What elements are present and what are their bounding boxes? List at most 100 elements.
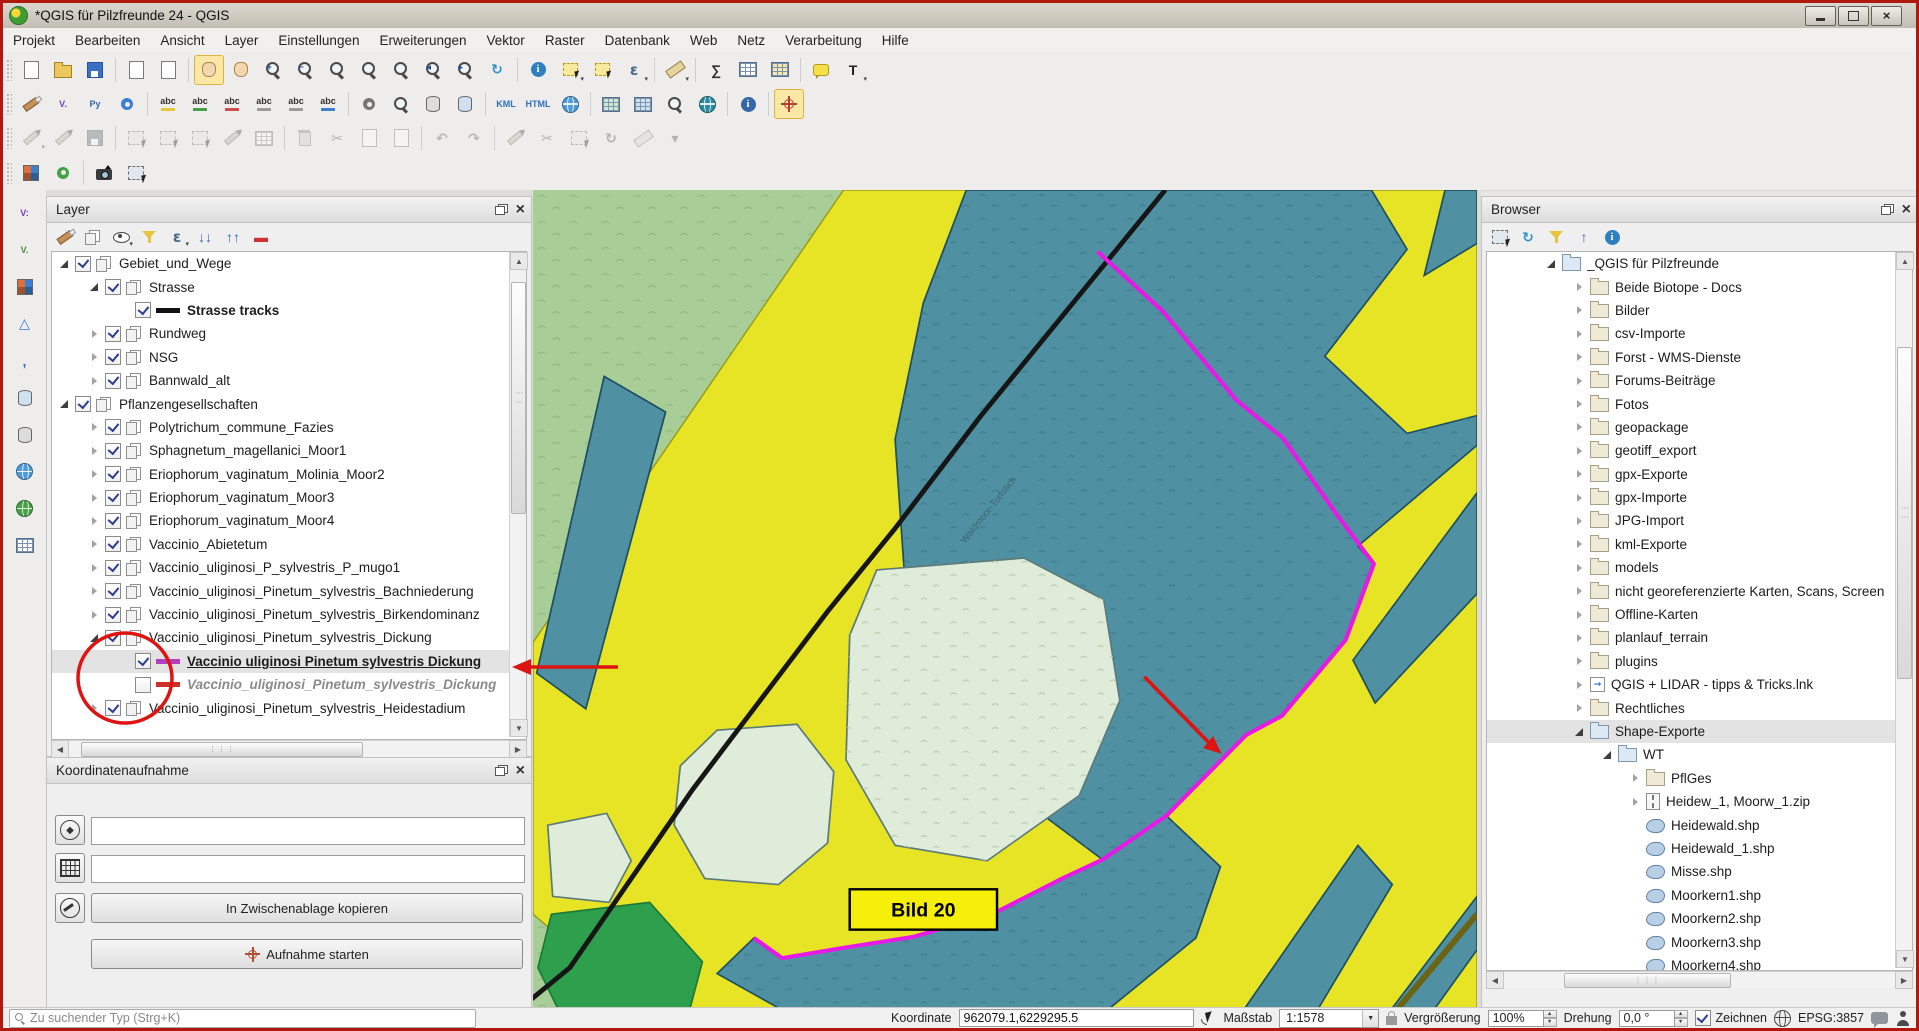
layers-tree-hscrollbar[interactable]: ◀ ⋮⋮⋮ ▶ [51, 740, 527, 757]
browser-tree-row[interactable]: nicht georeferenzierte Karten, Scans, Sc… [1487, 579, 1912, 602]
tree-expander-icon[interactable] [1573, 468, 1587, 480]
menu-hilfe[interactable]: Hilfe [872, 28, 919, 52]
layer-visibility-checkbox[interactable] [105, 326, 121, 342]
layer-tree-row[interactable]: Sphagnetum_magellanici_Moor1 [52, 439, 526, 462]
db-manager-icon[interactable] [418, 89, 448, 119]
menu-projekt[interactable]: Projekt [3, 28, 65, 52]
new-print-layout-icon[interactable] [121, 55, 151, 85]
text-annotation-icon[interactable]: T▾ [838, 55, 868, 85]
layer-tree-row[interactable]: Eriophorum_vaginatum_Molinia_Moor2 [52, 463, 526, 486]
menu-netz[interactable]: Netz [727, 28, 775, 52]
tree-expander-icon[interactable] [88, 702, 102, 714]
minimize-button[interactable] [1805, 6, 1836, 26]
rotate-label-icon[interactable]: abc [281, 89, 311, 119]
tree-expander-icon[interactable] [1573, 702, 1587, 714]
import-photos-icon[interactable] [89, 158, 119, 188]
undo-icon[interactable]: ↶ [427, 123, 457, 153]
locator-search-box[interactable]: Zu suchender Typ (Strg+K) [9, 1009, 476, 1028]
tree-expander-icon[interactable] [1573, 328, 1587, 340]
zoom-last-icon[interactable]: ◂ [418, 55, 448, 85]
save-project-icon[interactable] [80, 55, 110, 85]
tree-expander-icon[interactable] [1573, 281, 1587, 293]
browser-tree-row[interactable]: Rechtliches [1487, 696, 1912, 719]
vertex-tool-icon[interactable] [217, 123, 247, 153]
zoom-to-selection-icon[interactable] [354, 55, 384, 85]
add-virtual-layer-icon[interactable] [10, 531, 40, 561]
tree-expander-icon[interactable] [1573, 538, 1587, 550]
more-digitizing-icon[interactable]: ▾ [660, 123, 690, 153]
save-layer-edits-icon[interactable] [80, 123, 110, 153]
refresh-map-icon[interactable]: ↻ [482, 55, 512, 85]
float-panel-icon[interactable] [495, 204, 508, 215]
browser-tree-row[interactable]: csv-Importe [1487, 322, 1912, 345]
html-export-icon[interactable]: HTML [523, 89, 553, 119]
browser-tree-row[interactable]: gpx-Exporte [1487, 463, 1912, 486]
browser-tree-row[interactable]: Shape-Exporte [1487, 720, 1912, 743]
browser-tree-row[interactable]: Moorkern2.shp [1487, 907, 1912, 930]
browser-tree-row[interactable]: geopackage [1487, 416, 1912, 439]
layer-tree-row[interactable]: Polytrichum_commune_Fazies [52, 416, 526, 439]
pan-to-selection-icon[interactable] [226, 55, 256, 85]
add-wfs-layer-icon[interactable] [10, 494, 40, 524]
remove-layer-icon[interactable]: ▬ [248, 224, 274, 250]
add-polygon-feature-icon[interactable] [185, 123, 215, 153]
toggle-editing-icon[interactable] [48, 123, 78, 153]
processing-toolbox-icon[interactable] [354, 89, 384, 119]
zoom-in-icon[interactable]: + [258, 55, 288, 85]
layer-tree-row[interactable]: Vaccinio_uliginosi_P_sylvestris_P_mugo1 [52, 556, 526, 579]
browser-tree-row[interactable]: Forst - WMS-Dienste [1487, 346, 1912, 369]
open-attribute-table-icon[interactable] [733, 55, 763, 85]
coordinate-field-crs[interactable] [91, 817, 525, 845]
layer-visibility-checkbox[interactable] [105, 466, 121, 482]
tree-expander-icon[interactable] [88, 538, 102, 550]
collapse-all-icon[interactable]: ↑↑ [220, 224, 246, 250]
tree-expander-icon[interactable] [1573, 655, 1587, 667]
delete-selected-icon[interactable] [290, 123, 320, 153]
layer-visibility-checkbox[interactable] [105, 583, 121, 599]
maximize-button[interactable] [1838, 6, 1869, 26]
tree-expander-icon[interactable] [1573, 421, 1587, 433]
tree-expander-icon[interactable] [1573, 492, 1587, 504]
add-spatialite-layer-icon[interactable] [10, 420, 40, 450]
modify-attributes-icon[interactable] [249, 123, 279, 153]
coordinate-field-map[interactable] [91, 855, 525, 883]
osm-place-search-icon[interactable] [692, 89, 722, 119]
kml-tools-icon[interactable]: KML [491, 89, 521, 119]
start-capture-button[interactable]: Aufnahme starten [91, 939, 523, 969]
tree-expander-icon[interactable] [1573, 398, 1587, 410]
close-panel-icon[interactable]: × [1902, 203, 1911, 217]
style-manager-icon[interactable] [16, 89, 46, 119]
browser-tree-row[interactable]: Bilder [1487, 299, 1912, 322]
tree-expander-icon[interactable] [1573, 726, 1587, 738]
change-label-icon[interactable]: abc [313, 89, 343, 119]
data-grid-icon[interactable] [628, 89, 658, 119]
browser-tree-row[interactable]: JPG-Import [1487, 509, 1912, 532]
tree-expander-icon[interactable] [88, 375, 102, 387]
browser-tree-row[interactable]: Moorkern4.shp [1487, 954, 1912, 971]
metasearch-icon[interactable] [386, 89, 416, 119]
tasks-icon[interactable] [1895, 1011, 1910, 1026]
menu-raster[interactable]: Raster [535, 28, 595, 52]
browser-tree-row[interactable]: Heidewald.shp [1487, 813, 1912, 836]
menu-web[interactable]: Web [680, 28, 728, 52]
pin-labels-icon[interactable]: abc [153, 89, 183, 119]
layer-tree-row[interactable]: Eriophorum_vaginatum_Moor3 [52, 486, 526, 509]
browser-tree-row[interactable]: gpx-Importe [1487, 486, 1912, 509]
browser-tree-row[interactable]: Moorkern1.shp [1487, 884, 1912, 907]
tree-expander-icon[interactable] [88, 492, 102, 504]
plugin-manager-icon[interactable] [112, 89, 142, 119]
show-layout-manager-icon[interactable] [153, 55, 183, 85]
deselect-features-icon[interactable] [587, 55, 617, 85]
qgis2web-icon[interactable] [555, 89, 585, 119]
add-raster-layer-icon[interactable] [10, 272, 40, 302]
add-line-feature-icon[interactable] [153, 123, 183, 153]
collapse-all-icon[interactable]: ↑ [1571, 224, 1597, 250]
layer-visibility-checkbox[interactable] [75, 396, 91, 412]
browser-tree-row[interactable]: Fotos [1487, 392, 1912, 415]
redo-icon[interactable]: ↷ [459, 123, 489, 153]
pan-map-icon[interactable] [194, 55, 224, 85]
magnifier-spinner[interactable]: 100% ▲▼ [1488, 1010, 1557, 1027]
layer-visibility-checkbox[interactable] [105, 349, 121, 365]
menu-bearbeiten[interactable]: Bearbeiten [65, 28, 150, 52]
close-button[interactable]: × [1871, 6, 1902, 26]
